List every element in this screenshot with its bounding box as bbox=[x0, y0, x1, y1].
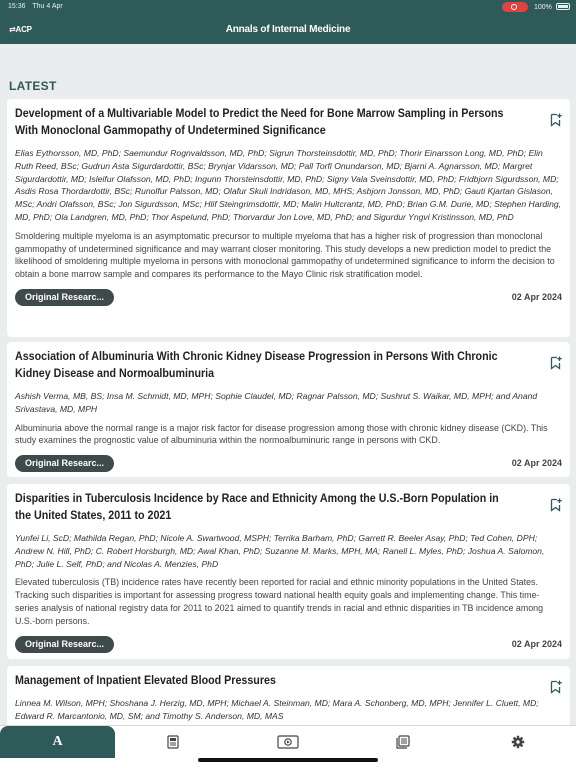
article-type-badge[interactable]: Original Researc... bbox=[15, 635, 115, 653]
nav-bar: ⇄ACP Annals of Internal Medicine bbox=[0, 16, 576, 44]
article-authors: Yunfei Li, ScD; Mathilda Regan, PhD; Nic… bbox=[15, 533, 545, 569]
tab-settings[interactable] bbox=[460, 726, 575, 758]
status-date: Thu 4 Apr bbox=[32, 3, 63, 10]
article-card[interactable]: Development of a Multivariable Model to … bbox=[7, 99, 570, 337]
video-icon bbox=[276, 735, 299, 749]
article-abstract: Albuminuria above the normal range is a … bbox=[15, 422, 548, 446]
latest-icon: A bbox=[52, 734, 63, 749]
tab-latest[interactable]: A bbox=[0, 726, 115, 758]
article-type-badge[interactable]: Original Researc... bbox=[15, 288, 115, 306]
article-authors: Ashish Verma, MB, BS; Insa M. Schmidt, M… bbox=[15, 391, 538, 414]
bookmark-add-icon[interactable] bbox=[550, 680, 562, 694]
article-type-badge[interactable]: Original Researc... bbox=[15, 455, 115, 473]
status-left: 15:36 Thu 4 Apr bbox=[8, 3, 68, 10]
journal-title: Annals of Internal Medicine bbox=[225, 24, 351, 35]
settings-gear-icon bbox=[511, 735, 524, 749]
collection-icon bbox=[395, 735, 410, 749]
status-time: 15:36 bbox=[8, 3, 26, 10]
article-footer: Original Researc... 02 Apr 2024 bbox=[15, 453, 562, 477]
battery-icon bbox=[555, 3, 570, 10]
bookmark-add-icon[interactable] bbox=[550, 356, 562, 370]
bookmark-add-icon[interactable] bbox=[550, 498, 562, 512]
article-footer: Original Researc... 02 Apr 2024 bbox=[15, 634, 562, 658]
article-card[interactable]: Management of Inpatient Elevated Blood P… bbox=[7, 666, 570, 725]
tab-issue[interactable] bbox=[115, 726, 230, 758]
home-indicator[interactable] bbox=[198, 758, 378, 762]
article-card[interactable]: Disparities in Tuberculosis Incidence by… bbox=[7, 484, 570, 659]
tab-collection[interactable] bbox=[345, 726, 460, 758]
article-authors: Linnea M. Wilson, MPH; Shoshana J. Herzi… bbox=[15, 698, 539, 721]
article-title[interactable]: Development of a Multivariable Model to … bbox=[15, 106, 504, 140]
article-title[interactable]: Association of Albuminuria With Chronic … bbox=[15, 349, 504, 383]
article-date: 02 Apr 2024 bbox=[511, 638, 562, 649]
battery-percent: 100% bbox=[534, 4, 552, 11]
bookmark-add-icon[interactable] bbox=[550, 113, 562, 127]
article-title[interactable]: Management of Inpatient Elevated Blood P… bbox=[15, 673, 504, 690]
section-label-latest: LATEST bbox=[9, 79, 57, 93]
article-title[interactable]: Disparities in Tuberculosis Incidence by… bbox=[15, 491, 504, 525]
article-card[interactable]: Association of Albuminuria With Chronic … bbox=[7, 342, 570, 477]
tab-video[interactable] bbox=[230, 726, 345, 758]
article-abstract: Smoldering multiple myeloma is an asympt… bbox=[15, 230, 555, 280]
screen-recording-icon bbox=[502, 2, 528, 12]
article-authors: Elias Eythorsson, MD, PhD; Saemundur Rog… bbox=[15, 148, 562, 222]
article-abstract: Elevated tuberculosis (TB) incidence rat… bbox=[15, 577, 544, 626]
issue-icon bbox=[166, 735, 179, 749]
article-date: 02 Apr 2024 bbox=[511, 458, 562, 469]
status-right: 100% bbox=[534, 3, 570, 11]
article-date: 02 Apr 2024 bbox=[511, 291, 562, 302]
status-bar: 15:36 Thu 4 Apr 100% bbox=[0, 0, 576, 16]
article-footer: Original Researc... 02 Apr 2024 bbox=[15, 287, 562, 311]
